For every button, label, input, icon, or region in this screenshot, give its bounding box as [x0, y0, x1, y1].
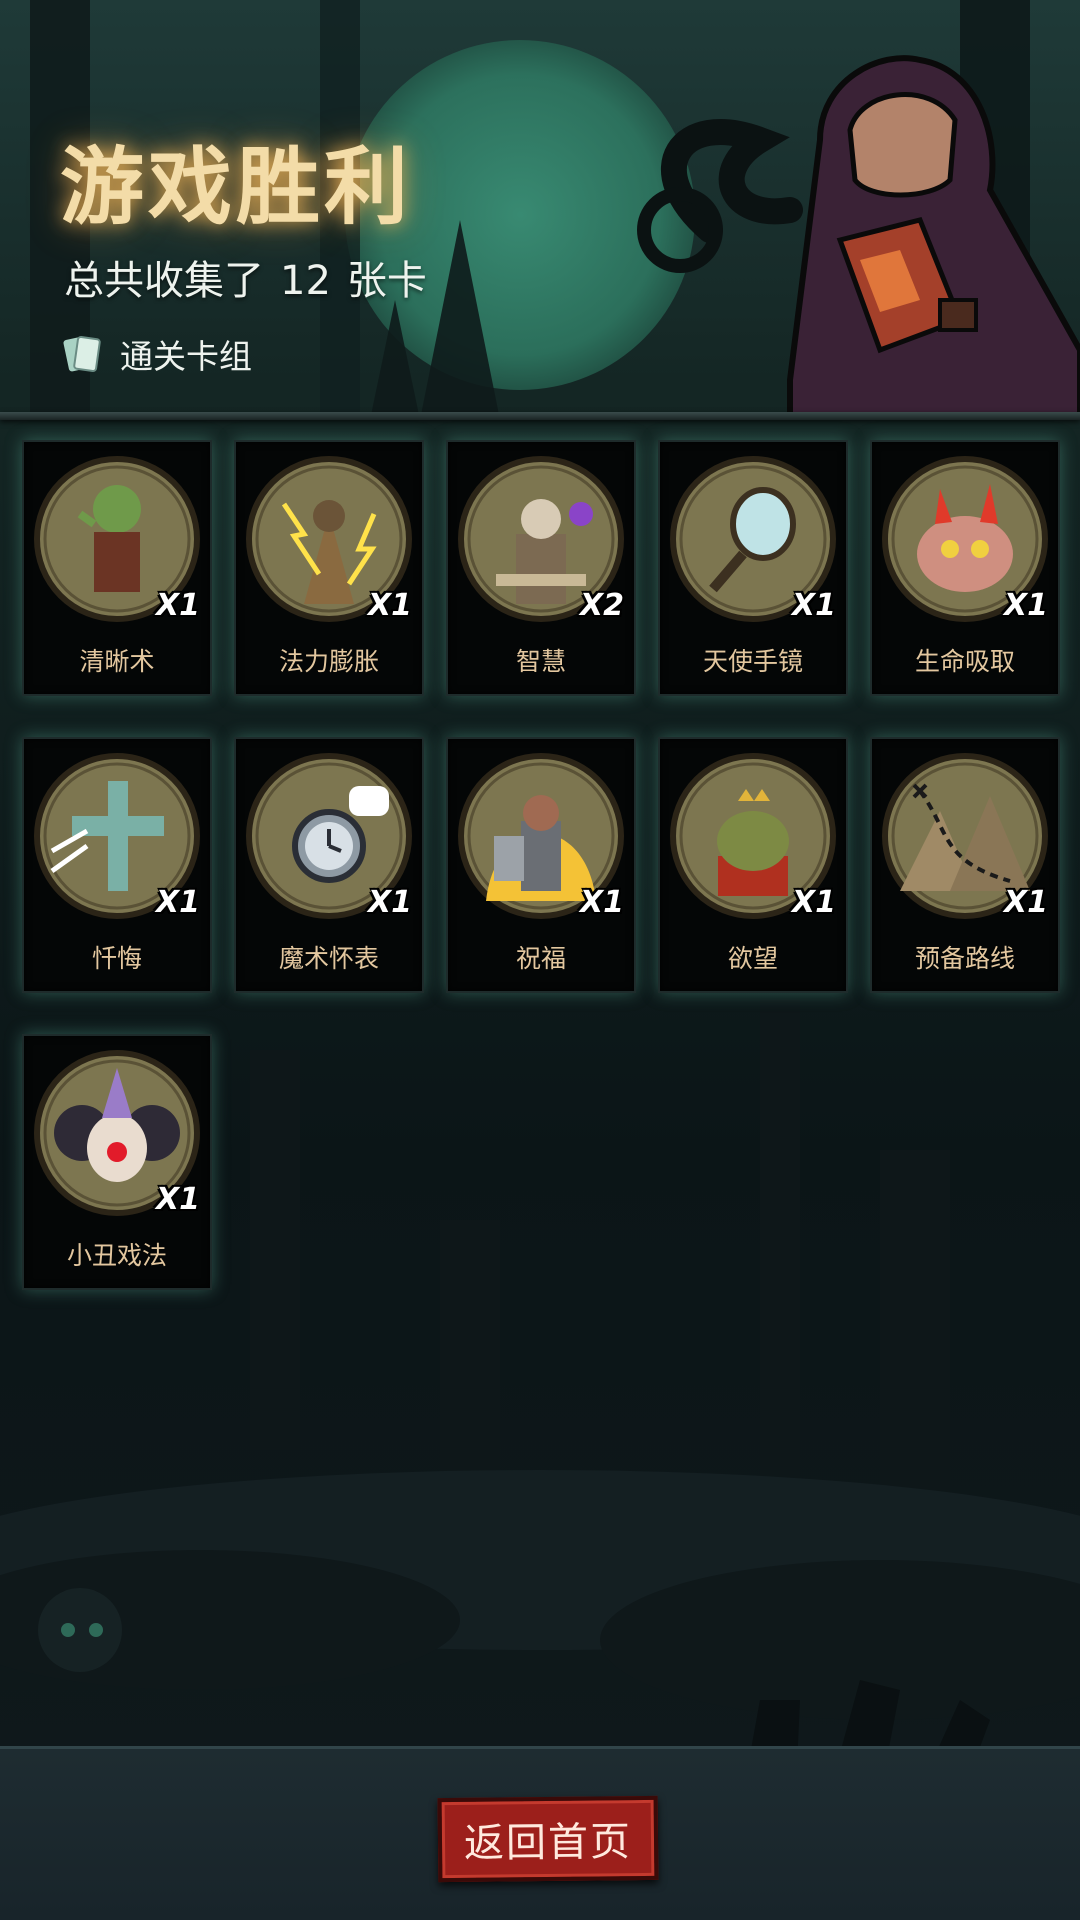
- card-quantity: X1: [155, 885, 200, 920]
- card-name: 小丑戏法: [66, 1241, 167, 1270]
- card-6[interactable]: X1 忏悔: [22, 737, 212, 993]
- card-name: 清晰术: [79, 647, 155, 676]
- card-quantity: X1: [1003, 885, 1048, 920]
- card-11[interactable]: X1 小丑戏法: [22, 1034, 212, 1290]
- card-name: 忏悔: [91, 944, 142, 973]
- card-quantity: X1: [155, 1182, 200, 1217]
- card-quantity: X2: [579, 588, 624, 623]
- card-name: 法力膨胀: [278, 647, 379, 676]
- card-5[interactable]: X1 生命吸取: [870, 440, 1060, 696]
- victory-screen: 游戏胜利 总共收集了 12 张卡 通关卡组 X1 清晰术 X1 法力膨胀 X2 智慧 X1 天使手…: [0, 0, 1080, 1920]
- card-name: 智慧: [515, 647, 566, 676]
- card-quantity: X1: [1003, 588, 1048, 623]
- card-1[interactable]: X1 清晰术: [22, 440, 212, 696]
- card-quantity: X1: [791, 885, 836, 920]
- card-10[interactable]: X1 预备路线: [870, 737, 1060, 993]
- card-name: 欲望: [727, 944, 778, 973]
- card-3[interactable]: X2 智慧: [446, 440, 636, 696]
- card-2[interactable]: X1 法力膨胀: [234, 440, 424, 696]
- card-quantity: X1: [579, 885, 624, 920]
- return-home-button[interactable]: 返回首页: [437, 1795, 659, 1883]
- card-quantity: X1: [367, 588, 412, 623]
- card-name: 预备路线: [914, 944, 1015, 973]
- card-quantity: X1: [791, 588, 836, 623]
- card-4[interactable]: X1 天使手镜: [658, 440, 848, 696]
- card-7[interactable]: X1 魔术怀表: [234, 737, 424, 993]
- card-grid: X1 清晰术 X1 法力膨胀 X2 智慧 X1 天使手镜 X1 生命吸取 X1 忏悔 X1 魔术怀表 X1 祝…: [0, 0, 1080, 1300]
- card-quantity: X1: [155, 588, 200, 623]
- card-name: 魔术怀表: [278, 944, 379, 973]
- card-name: 祝福: [515, 944, 566, 973]
- card-name: 天使手镜: [702, 647, 803, 676]
- card-quantity: X1: [367, 885, 412, 920]
- card-8[interactable]: X1 祝福: [446, 737, 636, 993]
- card-name: 生命吸取: [914, 647, 1015, 676]
- card-9[interactable]: X1 欲望: [658, 737, 848, 993]
